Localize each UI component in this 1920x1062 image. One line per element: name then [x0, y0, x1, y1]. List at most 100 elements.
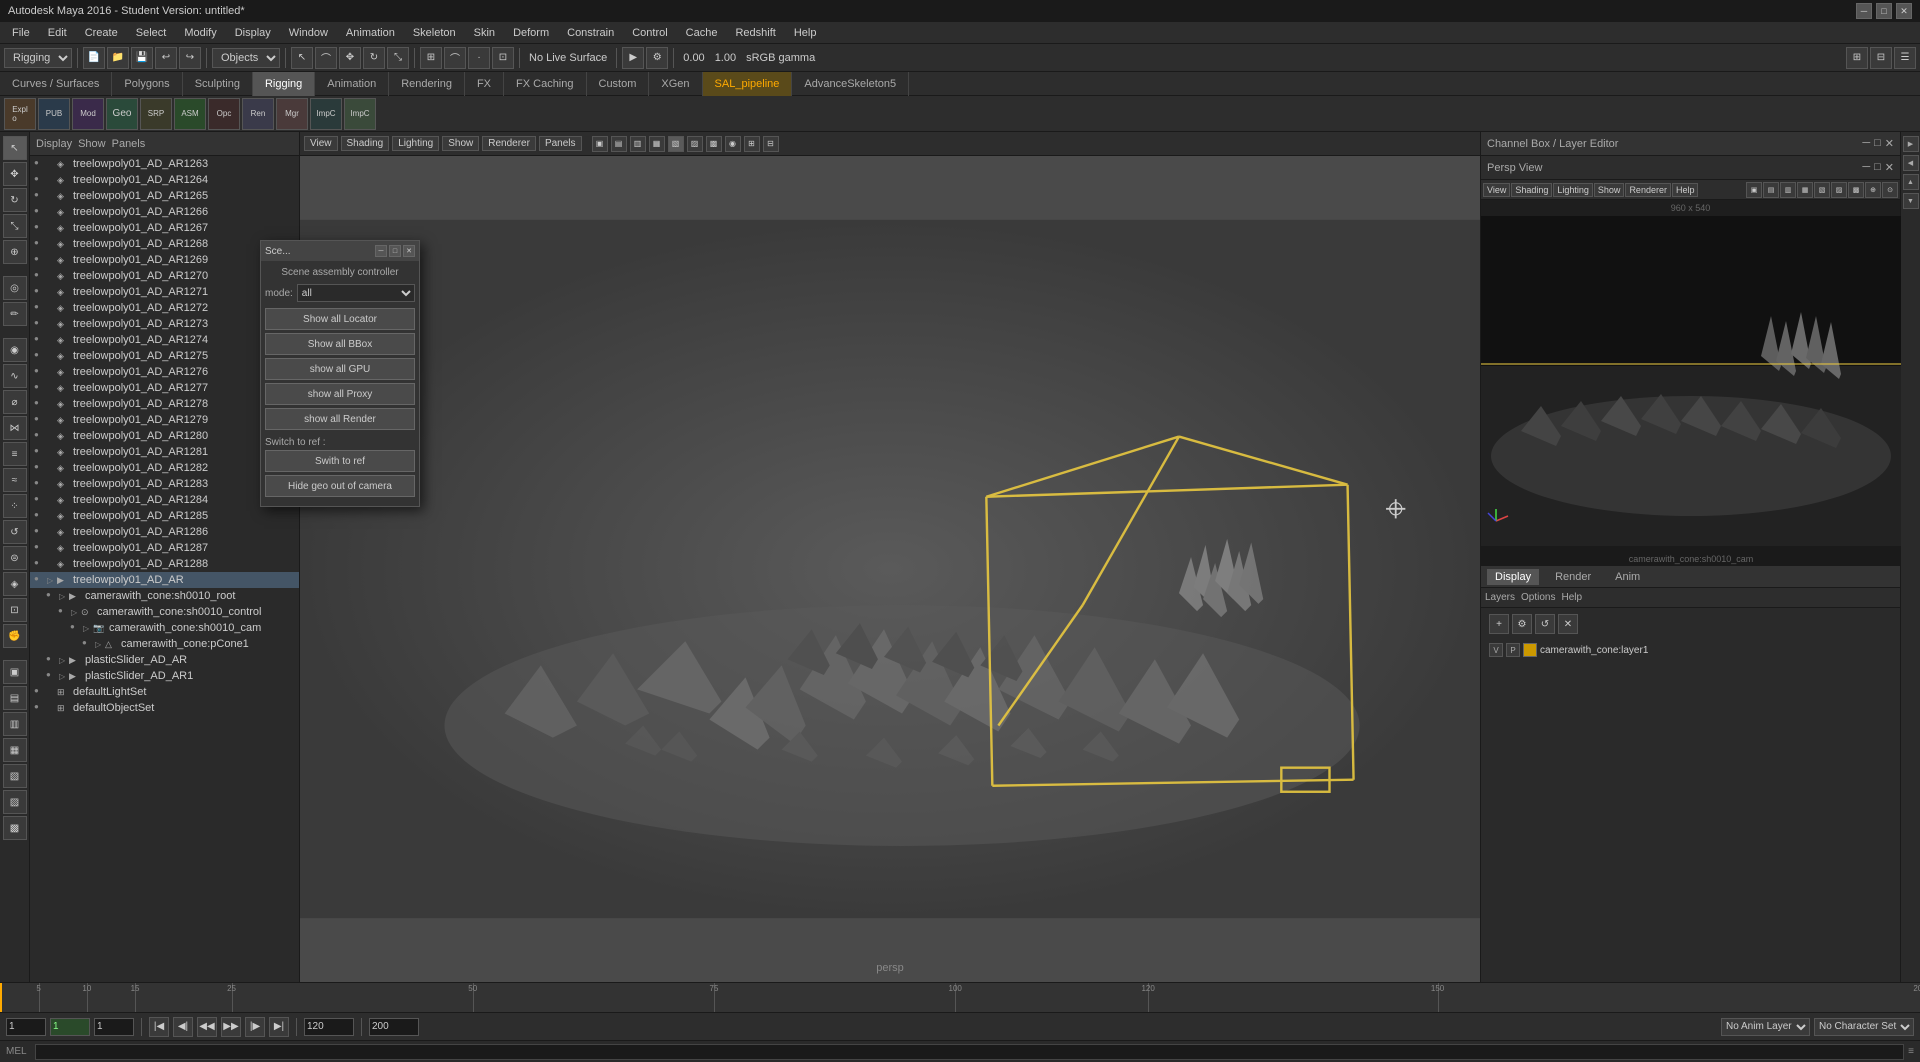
persp-view-maximize[interactable]: □	[1874, 161, 1881, 174]
shelf-mod[interactable]: Mod	[72, 98, 104, 130]
outliner-item-11[interactable]: ●◈treelowpoly01_AD_AR1274	[30, 332, 299, 348]
outliner-show-menu[interactable]: Show	[78, 138, 106, 150]
vp-tb-5[interactable]: ▧	[668, 136, 684, 152]
shelf-button3[interactable]: ☰	[1894, 47, 1916, 69]
move-tool-button[interactable]: ✥	[339, 47, 361, 69]
menu-control[interactable]: Control	[624, 25, 675, 41]
show-all-proxy-button[interactable]: show all Proxy	[265, 383, 415, 405]
outliner-item-18[interactable]: ●◈treelowpoly01_AD_AR1281	[30, 444, 299, 460]
outliner-item-26[interactable]: ●▷▶treelowpoly01_AD_AR	[30, 572, 299, 588]
tab-curves-surfaces[interactable]: Curves / Surfaces	[0, 72, 112, 96]
shelf-ren[interactable]: Ren	[242, 98, 274, 130]
layer-add-btn[interactable]: +	[1489, 614, 1509, 634]
wax-button[interactable]: ◈	[3, 572, 27, 596]
soft-select-button[interactable]: ◎	[3, 276, 27, 300]
outliner-item-12[interactable]: ●◈treelowpoly01_AD_AR1275	[30, 348, 299, 364]
outliner-item-13[interactable]: ●◈treelowpoly01_AD_AR1276	[30, 364, 299, 380]
cb-sub-layers[interactable]: Layers	[1485, 592, 1515, 603]
menu-edit[interactable]: Edit	[40, 25, 75, 41]
render-button[interactable]: ▶	[622, 47, 644, 69]
dialog-maximize[interactable]: □	[389, 245, 401, 257]
vp-shading-menu[interactable]: Shading	[341, 136, 390, 151]
vp-tb-7[interactable]: ▩	[706, 136, 722, 152]
layer-options-btn[interactable]: ⚙	[1512, 614, 1532, 634]
persp-view-canvas[interactable]: camerawith_cone:sh0010_cam	[1481, 216, 1901, 566]
vp-tb-4[interactable]: ▦	[649, 136, 665, 152]
outliner-item-7[interactable]: ●◈treelowpoly01_AD_AR1270	[30, 268, 299, 284]
outliner-item-4[interactable]: ●◈treelowpoly01_AD_AR1267	[30, 220, 299, 236]
tab-xgen[interactable]: XGen	[649, 72, 702, 96]
step-forward-button[interactable]: |▶	[245, 1017, 265, 1037]
shelf-button1[interactable]: ⊞	[1846, 47, 1868, 69]
tab-polygons[interactable]: Polygons	[112, 72, 182, 96]
shelf-geo[interactable]: Geo	[106, 98, 138, 130]
outliner-item-29[interactable]: ●▷📷camerawith_cone:sh0010_cam	[30, 620, 299, 636]
channel-layer-minimize[interactable]: ─	[1862, 137, 1870, 150]
outliner-item-8[interactable]: ●◈treelowpoly01_AD_AR1271	[30, 284, 299, 300]
universal-manip-button[interactable]: ⊕	[3, 240, 27, 264]
pv-renderer-menu[interactable]: Renderer	[1625, 183, 1671, 197]
erase-button[interactable]: ⊡	[3, 598, 27, 622]
menu-skin[interactable]: Skin	[466, 25, 503, 41]
outliner-panels-menu[interactable]: Panels	[112, 138, 146, 150]
mode-dropdown[interactable]: Rigging	[4, 48, 72, 68]
snap-grid-button[interactable]: ⊞	[420, 47, 442, 69]
shelf-srp[interactable]: SRP	[140, 98, 172, 130]
paint-select-button[interactable]: ✏	[3, 302, 27, 326]
outliner-item-20[interactable]: ●◈treelowpoly01_AD_AR1283	[30, 476, 299, 492]
layer-delete-btn[interactable]: ✕	[1558, 614, 1578, 634]
show-all-gpu-button[interactable]: show all GPU	[265, 358, 415, 380]
imprint-button[interactable]: ⊜	[3, 546, 27, 570]
outliner-item-9[interactable]: ●◈treelowpoly01_AD_AR1272	[30, 300, 299, 316]
rs-btn4[interactable]: ▼	[1903, 193, 1919, 209]
play-back-button[interactable]: ◀◀	[197, 1017, 217, 1037]
dialog-close[interactable]: ✕	[403, 245, 415, 257]
shelf-impcar1[interactable]: ImpC	[310, 98, 342, 130]
outliner-item-28[interactable]: ●▷⊙camerawith_cone:sh0010_control	[30, 604, 299, 620]
outliner-item-22[interactable]: ●◈treelowpoly01_AD_AR1285	[30, 508, 299, 524]
vp-tb-3[interactable]: ▥	[630, 136, 646, 152]
show-all-render-button[interactable]: show all Render	[265, 408, 415, 430]
save-file-button[interactable]: 💾	[131, 47, 153, 69]
anim-layer-select[interactable]: No Anim Layer	[1721, 1018, 1810, 1036]
vp-renderer-menu[interactable]: Renderer	[482, 136, 536, 151]
outliner-item-0[interactable]: ●◈treelowpoly01_AD_AR1263	[30, 156, 299, 172]
dialog-titlebar[interactable]: Sce... ─ □ ✕	[261, 241, 419, 261]
outliner-item-6[interactable]: ●◈treelowpoly01_AD_AR1269	[30, 252, 299, 268]
outliner-item-31[interactable]: ●▷▶plasticSlider_AD_AR	[30, 652, 299, 668]
flatten-button[interactable]: ≡	[3, 442, 27, 466]
maximize-button[interactable]: □	[1876, 3, 1892, 19]
channel-layer-close[interactable]: ✕	[1885, 137, 1894, 150]
menu-skeleton[interactable]: Skeleton	[405, 25, 464, 41]
range-end-input[interactable]	[369, 1018, 419, 1036]
vp-lighting-menu[interactable]: Lighting	[392, 136, 439, 151]
outliner-item-23[interactable]: ●◈treelowpoly01_AD_AR1286	[30, 524, 299, 540]
main-viewport[interactable]: X Y Z persp	[300, 156, 1480, 982]
cb-tab-render[interactable]: Render	[1547, 569, 1599, 585]
outliner-item-21[interactable]: ●◈treelowpoly01_AD_AR1284	[30, 492, 299, 508]
tool4-button[interactable]: ▦	[3, 738, 27, 762]
pv-shading-menu[interactable]: Shading	[1511, 183, 1552, 197]
play-forward-button[interactable]: ▶▶	[221, 1017, 241, 1037]
shelf-manager[interactable]: Mgr	[276, 98, 308, 130]
pv-tb9[interactable]: ⊙	[1882, 182, 1898, 198]
menu-display[interactable]: Display	[227, 25, 279, 41]
tool5-button[interactable]: ▧	[3, 764, 27, 788]
menu-redshift[interactable]: Redshift	[727, 25, 783, 41]
hide-geo-button[interactable]: Hide geo out of camera	[265, 475, 415, 497]
tab-sal-pipeline[interactable]: SAL_pipeline	[703, 72, 793, 96]
pv-lighting-menu[interactable]: Lighting	[1553, 183, 1593, 197]
show-all-locator-button[interactable]: Show all Locator	[265, 308, 415, 330]
switch-to-ref-button[interactable]: Swith to ref	[265, 450, 415, 472]
outliner-item-15[interactable]: ●◈treelowpoly01_AD_AR1278	[30, 396, 299, 412]
foamy-button[interactable]: ≈	[3, 468, 27, 492]
tab-advance-skeleton[interactable]: AdvanceSkeleton5	[792, 72, 909, 96]
mel-input[interactable]	[35, 1044, 1905, 1060]
redo-button[interactable]: ↪	[179, 47, 201, 69]
char-set-select[interactable]: No Character Set	[1814, 1018, 1914, 1036]
timeline-start-input[interactable]	[6, 1018, 46, 1036]
tab-custom[interactable]: Custom	[587, 72, 650, 96]
outliner-item-3[interactable]: ●◈treelowpoly01_AD_AR1266	[30, 204, 299, 220]
shelf-button2[interactable]: ⊟	[1870, 47, 1892, 69]
smooth-button[interactable]: ⌀	[3, 390, 27, 414]
